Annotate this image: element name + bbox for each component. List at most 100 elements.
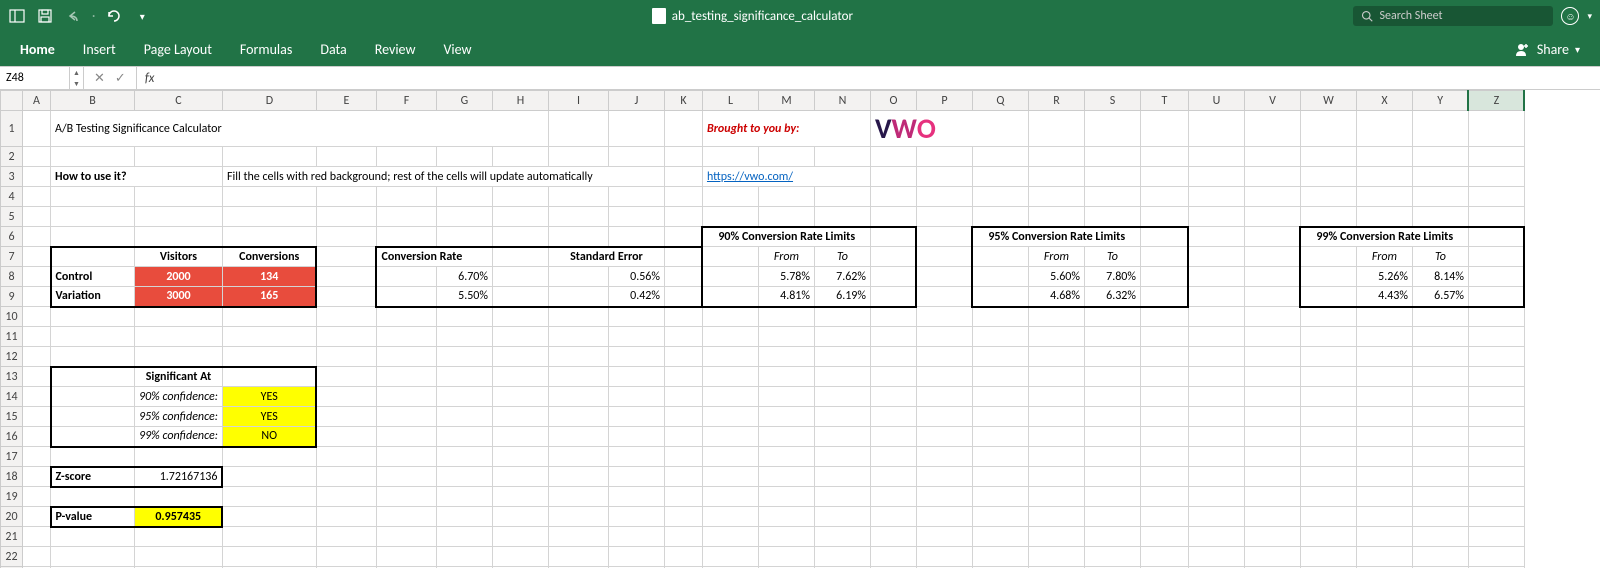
cell[interactable]: [135, 487, 223, 507]
cell[interactable]: [436, 347, 492, 367]
cell[interactable]: [492, 467, 548, 487]
cell[interactable]: [548, 327, 608, 347]
tab-data[interactable]: Data: [320, 41, 346, 58]
cell[interactable]: [548, 367, 608, 387]
row-header[interactable]: 1: [1, 111, 23, 147]
cell[interactable]: [1468, 147, 1524, 167]
spreadsheet-grid[interactable]: ABCDEFGHIJKLMNOPQRSTUVWXYZ 1A/B Testing …: [0, 90, 1600, 568]
cell[interactable]: [23, 187, 51, 207]
cell[interactable]: Fill the cells with red background; rest…: [222, 167, 664, 187]
cell[interactable]: [1356, 427, 1412, 447]
cell[interactable]: [135, 327, 223, 347]
cell[interactable]: [222, 207, 316, 227]
cell[interactable]: [1188, 407, 1244, 427]
cell[interactable]: [135, 547, 223, 567]
cell[interactable]: [1140, 367, 1188, 387]
cell[interactable]: [316, 267, 376, 287]
cell[interactable]: [1468, 167, 1524, 187]
cell[interactable]: [1356, 111, 1412, 147]
cell[interactable]: From: [758, 247, 814, 267]
cell[interactable]: [548, 347, 608, 367]
row-header[interactable]: 16: [1, 427, 23, 447]
tab-insert[interactable]: Insert: [83, 41, 116, 58]
cell[interactable]: [1140, 287, 1188, 307]
cell[interactable]: [316, 327, 376, 347]
cell[interactable]: [870, 167, 916, 187]
cell[interactable]: [1028, 307, 1084, 327]
cell[interactable]: [1468, 467, 1524, 487]
cell[interactable]: [608, 111, 664, 147]
cell[interactable]: [1356, 407, 1412, 427]
cell[interactable]: [1300, 367, 1356, 387]
cell[interactable]: [135, 207, 223, 227]
cell[interactable]: 3000: [135, 287, 223, 307]
cell[interactable]: [1300, 527, 1356, 547]
cell[interactable]: [1468, 267, 1524, 287]
cell[interactable]: [1356, 507, 1412, 527]
cell[interactable]: [1412, 387, 1468, 407]
cell[interactable]: [436, 467, 492, 487]
tab-page-layout[interactable]: Page Layout: [144, 41, 212, 58]
cell[interactable]: [664, 111, 702, 147]
cell[interactable]: [316, 487, 376, 507]
cell[interactable]: [608, 347, 664, 367]
cell[interactable]: [376, 267, 436, 287]
cell[interactable]: [376, 147, 436, 167]
cell[interactable]: [1412, 167, 1468, 187]
cell[interactable]: [492, 387, 548, 407]
col-header[interactable]: N: [814, 91, 870, 111]
cancel-icon[interactable]: ✕: [94, 71, 105, 86]
cell[interactable]: [135, 227, 223, 247]
cell[interactable]: [1244, 227, 1300, 247]
cell[interactable]: Conversion Rate: [376, 247, 492, 267]
cell[interactable]: [492, 147, 548, 167]
row-header[interactable]: 20: [1, 507, 23, 527]
row-header[interactable]: 3: [1, 167, 23, 187]
cell[interactable]: [1028, 387, 1084, 407]
cell[interactable]: [1028, 547, 1084, 567]
cell[interactable]: [1468, 207, 1524, 227]
cell[interactable]: [1244, 111, 1300, 147]
cell[interactable]: [548, 447, 608, 467]
cell[interactable]: [23, 367, 51, 387]
chevron-down-icon[interactable]: ▾: [1587, 11, 1592, 22]
col-header[interactable]: Y: [1412, 91, 1468, 111]
cell[interactable]: 95% confidence:: [135, 407, 223, 427]
cell[interactable]: [702, 287, 758, 307]
row-header[interactable]: 19: [1, 487, 23, 507]
cell[interactable]: [436, 407, 492, 427]
cell[interactable]: [1028, 447, 1084, 467]
cell[interactable]: [23, 447, 51, 467]
cell[interactable]: [702, 267, 758, 287]
col-header[interactable]: K: [664, 91, 702, 111]
cell[interactable]: [1244, 267, 1300, 287]
cell[interactable]: [758, 347, 814, 367]
cell[interactable]: From: [1028, 247, 1084, 267]
cell[interactable]: [492, 307, 548, 327]
cell[interactable]: [702, 347, 758, 367]
col-header[interactable]: M: [758, 91, 814, 111]
cell[interactable]: [608, 187, 664, 207]
cell[interactable]: [870, 247, 916, 267]
col-header[interactable]: B: [51, 91, 135, 111]
cell[interactable]: [1188, 307, 1244, 327]
tab-view[interactable]: View: [443, 41, 471, 58]
cell[interactable]: [1300, 327, 1356, 347]
cell[interactable]: [702, 247, 758, 267]
cell[interactable]: [376, 307, 436, 327]
cell[interactable]: [870, 227, 916, 247]
row-header[interactable]: 10: [1, 307, 23, 327]
cell[interactable]: [1244, 427, 1300, 447]
cell[interactable]: 4.68%: [1028, 287, 1084, 307]
col-header[interactable]: I: [548, 91, 608, 111]
cell[interactable]: [1140, 111, 1188, 147]
undo-icon[interactable]: [64, 7, 82, 25]
cell[interactable]: [608, 407, 664, 427]
cell[interactable]: [814, 467, 870, 487]
cell[interactable]: [664, 307, 702, 327]
cell[interactable]: [23, 227, 51, 247]
cell[interactable]: [1028, 207, 1084, 227]
cell[interactable]: [436, 507, 492, 527]
cell[interactable]: [436, 227, 492, 247]
share-button[interactable]: Share ▾: [1515, 41, 1580, 58]
